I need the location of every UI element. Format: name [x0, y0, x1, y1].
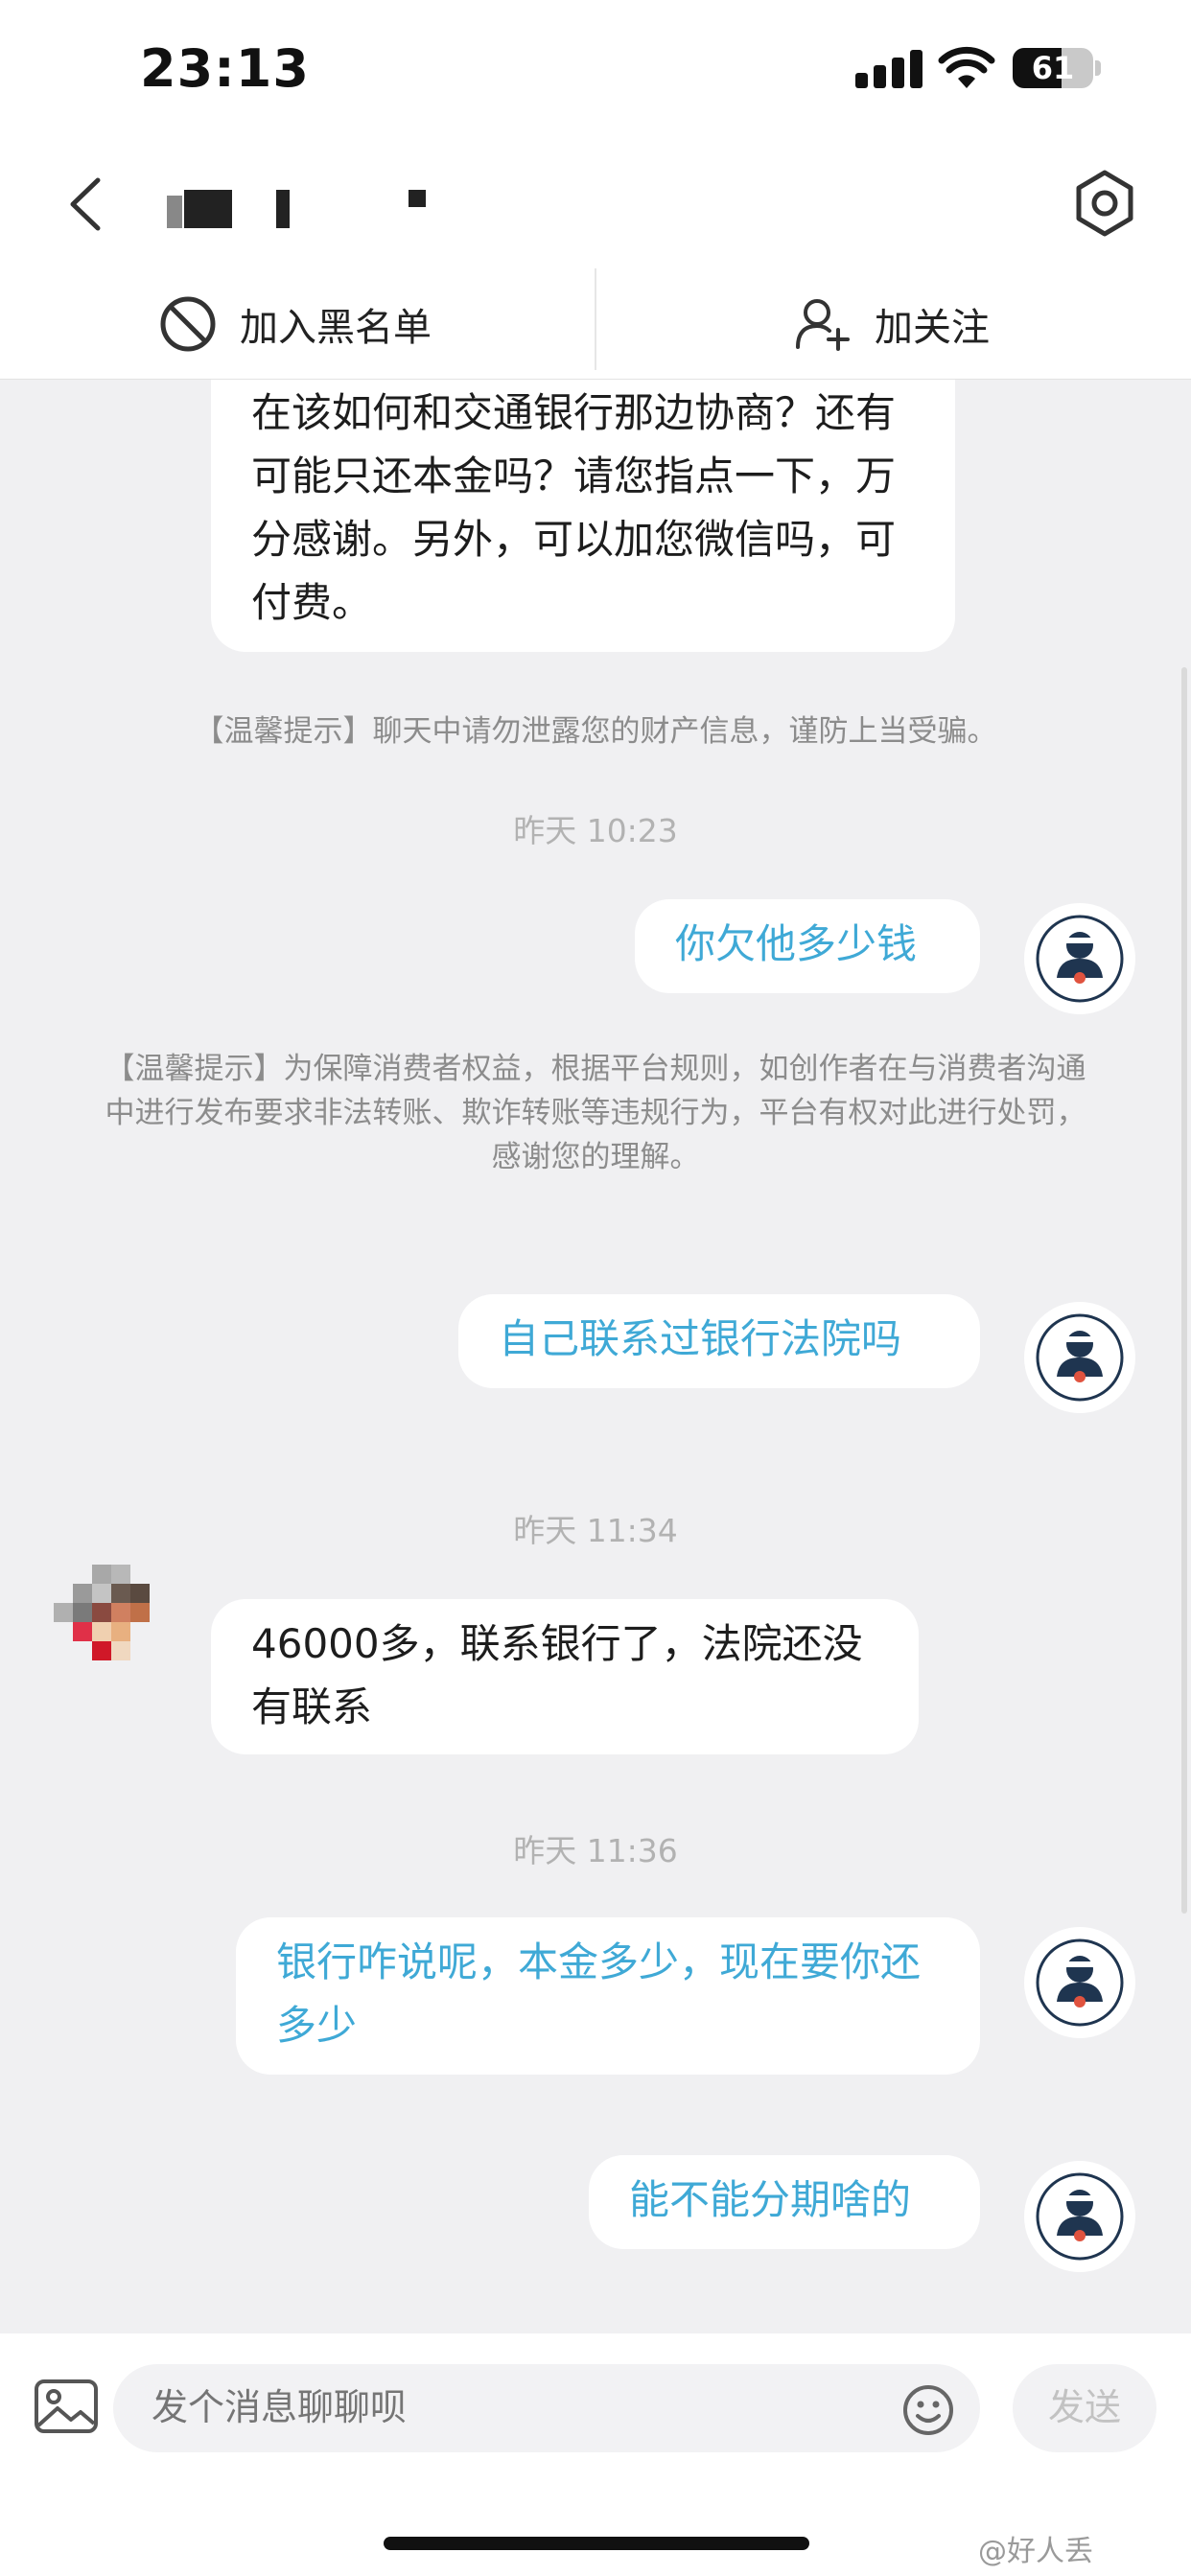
home-indicator[interactable]: [384, 2537, 809, 2550]
chat-area[interactable]: 在该如何和交通银行那边协商？还有可能只还本金吗？请您指点一下，万分感谢。另外，可…: [0, 380, 1191, 2333]
signal-icon: [855, 48, 922, 88]
block-button[interactable]: 加入黑名单: [157, 268, 432, 380]
message-text: 自己联系过银行法院吗: [499, 1315, 902, 1362]
incoming-message: 在该如何和交通银行那边协商？还有可能只还本金吗？请您指点一下，万分感谢。另外，可…: [211, 380, 955, 652]
outgoing-message: 自己联系过银行法院吗: [458, 1294, 980, 1388]
timestamp: 昨天 10:23: [513, 812, 678, 849]
wifi-icon: [938, 46, 995, 88]
message-text: 银行咋说呢，本金多少，现在要你还多少: [276, 1938, 922, 2049]
incoming-message: 46000多，联系银行了，法院还没有联系: [211, 1599, 919, 1754]
message-input[interactable]: [113, 2364, 980, 2452]
watermark: @好人丢: [978, 2535, 1093, 2568]
block-label: 加入黑名单: [240, 306, 432, 350]
follow-label: 加关注: [875, 306, 990, 350]
avatar[interactable]: [1024, 1302, 1135, 1413]
block-icon: [160, 296, 216, 352]
action-bar: 加入黑名单 加关注: [0, 268, 1191, 380]
message-text: 在该如何和交通银行那边协商？还有可能只还本金吗？请您指点一下，万分感谢。另外，可…: [251, 389, 897, 626]
scrollbar[interactable]: [1181, 667, 1187, 1914]
follow-button[interactable]: 加关注: [792, 268, 990, 380]
message-text: 46000多，联系银行了，法院还没有联系: [251, 1620, 863, 1730]
chat-header: [0, 142, 1191, 268]
avatar-logo-icon: [1036, 2172, 1124, 2261]
avatar-logo-icon: [1036, 1938, 1124, 2027]
action-divider: [595, 268, 596, 370]
message-text: 能不能分期啥的: [629, 2176, 912, 2223]
status-time: 23:13: [140, 38, 310, 99]
avatar-logo-icon: [1036, 915, 1124, 1003]
avatar[interactable]: [1024, 903, 1135, 1014]
input-bar: 发送 @好人丢: [0, 2333, 1191, 2576]
contact-name-redacted: [163, 178, 451, 236]
send-button[interactable]: 发送: [1013, 2364, 1156, 2452]
emoji-icon[interactable]: [901, 2383, 955, 2437]
message-text: 你欠他多少钱: [675, 920, 918, 967]
avatar-logo-icon: [1036, 1313, 1124, 1402]
gear-icon[interactable]: [1064, 163, 1145, 244]
avatar[interactable]: [54, 1565, 169, 1680]
image-icon[interactable]: [33, 2376, 100, 2437]
add-user-icon: [796, 299, 850, 351]
battery-tip: [1095, 60, 1101, 76]
timestamp: 昨天 11:34: [513, 1512, 678, 1549]
chevron-left-icon[interactable]: [58, 161, 115, 247]
timestamp: 昨天 11:36: [513, 1832, 678, 1869]
battery-icon: 61: [1013, 48, 1093, 88]
avatar[interactable]: [1024, 1927, 1135, 2038]
outgoing-message: 能不能分期啥的: [589, 2155, 980, 2249]
system-notice: 【温馨提示】聊天中请勿泄露您的财产信息，谨防上当受骗。: [194, 714, 997, 749]
status-bar: 23:13 61: [0, 0, 1191, 142]
battery-level: 61: [1031, 50, 1075, 86]
avatar[interactable]: [1024, 2161, 1135, 2272]
system-notice: 【温馨提示】为保障消费者权益，根据平台规则，如创作者在与消费者沟通中进行发布要求…: [105, 1052, 1086, 1174]
outgoing-message: 你欠他多少钱: [635, 899, 980, 993]
outgoing-message: 银行咋说呢，本金多少，现在要你还多少: [236, 1917, 980, 2075]
